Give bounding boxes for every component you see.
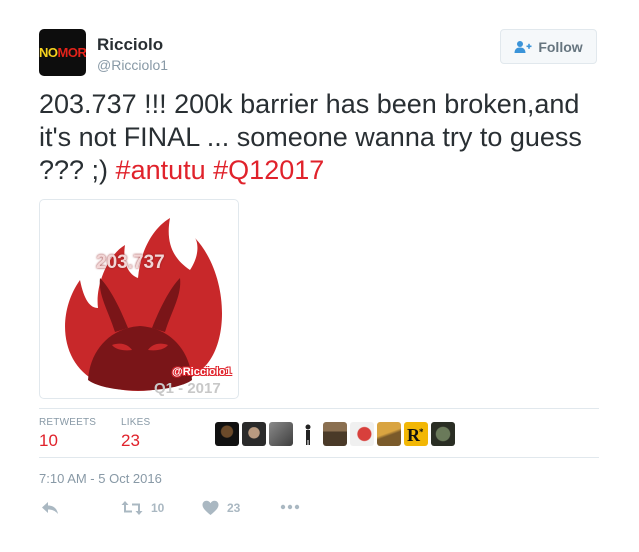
liker-avatar-9[interactable] bbox=[431, 422, 455, 446]
tweet-media-image[interactable]: 203.737 @Ricciolo1 Q1 - 2017 bbox=[39, 199, 239, 399]
tweet-stats: RETWEETS 10 LIKES 23 R * bbox=[39, 408, 599, 458]
liker-avatar-7[interactable] bbox=[377, 422, 401, 446]
retweets-stat[interactable]: RETWEETS 10 bbox=[39, 417, 96, 451]
retweets-label: RETWEETS bbox=[39, 417, 97, 428]
likes-label: LIKES bbox=[121, 417, 151, 428]
add-user-icon bbox=[514, 40, 532, 54]
more-button[interactable] bbox=[280, 504, 300, 510]
liker-avatar-5[interactable] bbox=[323, 422, 347, 446]
liker-avatar-1[interactable] bbox=[215, 422, 239, 446]
avatar-logo-more: MORE bbox=[57, 45, 87, 60]
follow-button[interactable]: Follow bbox=[500, 29, 597, 64]
display-name[interactable]: Ricciolo bbox=[97, 35, 163, 55]
retweets-count: 10 bbox=[39, 431, 58, 450]
antutu-score: 203.737 bbox=[96, 252, 165, 273]
hashtag-q12017[interactable]: #Q12017 bbox=[213, 155, 324, 185]
avatar-logo: NOMORE bbox=[39, 44, 86, 61]
likes-stat[interactable]: LIKES 23 bbox=[121, 417, 150, 451]
tweet-timestamp[interactable]: 7:10 AM - 5 Oct 2016 bbox=[39, 471, 162, 486]
liker-avatars: R * bbox=[215, 422, 455, 446]
svg-text:*: * bbox=[419, 427, 424, 437]
likes-count: 23 bbox=[121, 431, 140, 450]
avatar[interactable]: NOMORE bbox=[39, 29, 86, 76]
tweet-text: 203.737 !!! 200k barrier has been broken… bbox=[39, 88, 599, 187]
liker-avatar-2[interactable] bbox=[242, 422, 266, 446]
like-action-count: 23 bbox=[227, 501, 241, 515]
media-caption: Q1 - 2017 bbox=[154, 380, 221, 397]
hashtag-antutu[interactable]: #antutu bbox=[116, 155, 206, 185]
retweet-action-count: 10 bbox=[151, 501, 165, 515]
liker-avatar-6[interactable] bbox=[350, 422, 374, 446]
reply-icon bbox=[41, 500, 59, 516]
liker-avatar-8[interactable]: R * bbox=[404, 422, 428, 446]
like-button[interactable]: 23 bbox=[202, 500, 240, 516]
heart-icon bbox=[202, 500, 219, 516]
avatar-logo-no: NO bbox=[39, 45, 58, 60]
media-watermark: @Ricciolo1 bbox=[172, 366, 232, 378]
follow-button-label: Follow bbox=[538, 38, 583, 55]
liker-avatar-3[interactable] bbox=[269, 422, 293, 446]
liker-avatar-4[interactable] bbox=[296, 422, 320, 446]
tweet-actions: 10 23 bbox=[39, 500, 439, 524]
reply-button[interactable] bbox=[41, 500, 59, 516]
tweet-card: NOMORE Ricciolo @Ricciolo1 Follow 203.73… bbox=[0, 0, 639, 552]
retweet-button[interactable]: 10 bbox=[121, 500, 164, 516]
retweet-icon bbox=[121, 500, 143, 516]
more-icon bbox=[280, 504, 300, 510]
screen-name[interactable]: @Ricciolo1 bbox=[97, 57, 168, 73]
